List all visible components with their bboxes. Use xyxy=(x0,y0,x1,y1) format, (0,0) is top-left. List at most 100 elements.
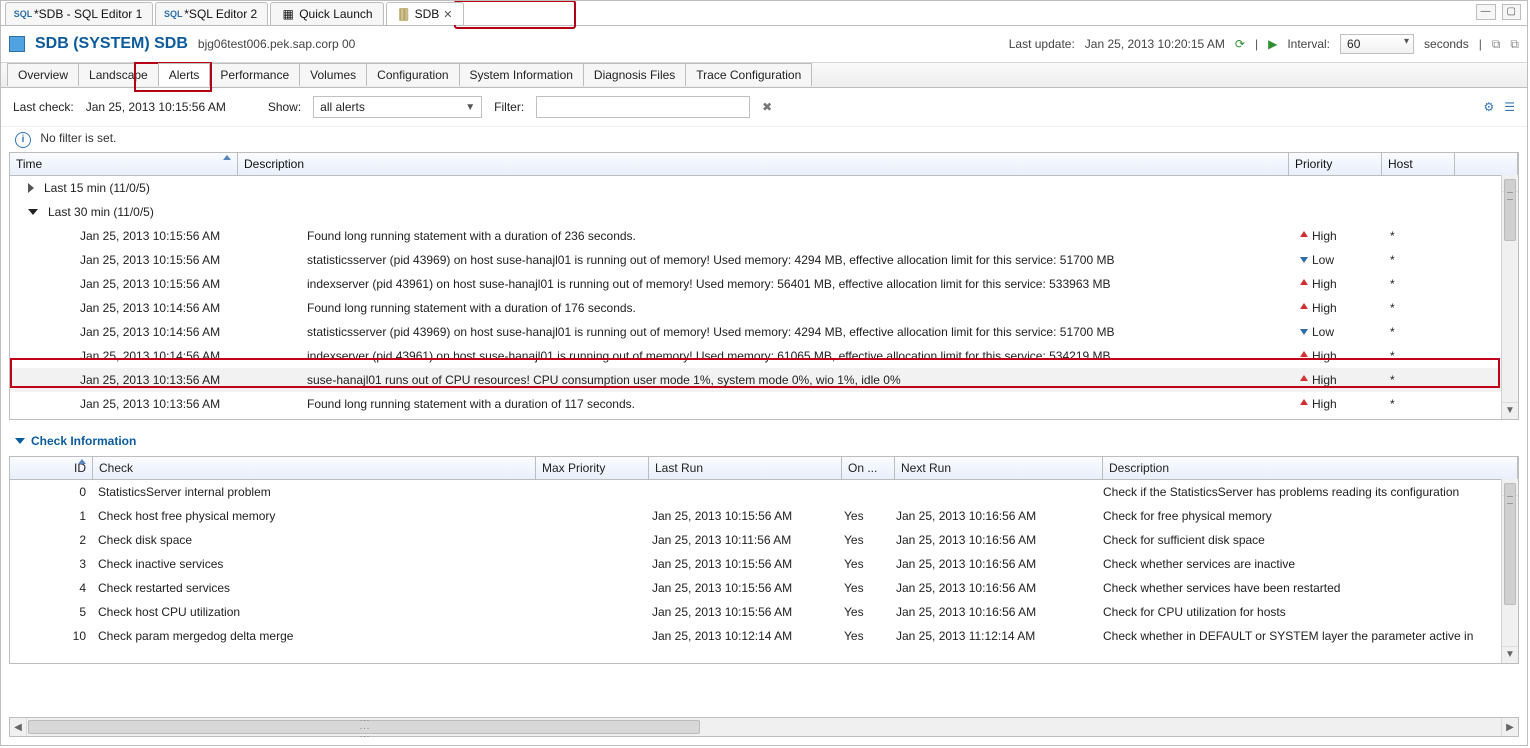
alert-row[interactable]: Jan 25, 2013 10:13:56 AMsuse-hanajl01 ru… xyxy=(10,368,1518,392)
alert-desc: indexserver (pid 43961) on host suse-han… xyxy=(301,277,1292,291)
chevron-right-icon xyxy=(28,183,34,193)
check-last-run: Jan 25, 2013 10:15:56 AM xyxy=(646,509,838,523)
check-row[interactable]: 1Check host free physical memoryJan 25, … xyxy=(10,504,1518,528)
subtab-performance[interactable]: Performance xyxy=(209,63,300,86)
settings-icon[interactable]: ⧉ xyxy=(1510,37,1519,52)
alert-row[interactable]: Jan 25, 2013 10:13:56 AMFound long runni… xyxy=(10,392,1518,416)
col-check-description[interactable]: Description xyxy=(1103,457,1518,479)
check-row[interactable]: 2Check disk spaceJan 25, 2013 10:11:56 A… xyxy=(10,528,1518,552)
check-name: StatisticsServer internal problem xyxy=(92,485,534,499)
editor-tab[interactable]: 🀫SDB✕ xyxy=(386,2,464,25)
scroll-thumb[interactable] xyxy=(1504,483,1516,605)
scroll-right-icon[interactable]: ▶ xyxy=(1501,718,1518,736)
check-desc: Check whether services are inactive xyxy=(1097,557,1518,571)
check-info-toggle[interactable]: Check Information xyxy=(1,420,1527,456)
filter-label: Filter: xyxy=(494,100,524,114)
configure-icon[interactable]: ⚙ xyxy=(1483,100,1494,114)
check-name: Check restarted services xyxy=(92,581,534,595)
info-line: i No filter is set. xyxy=(1,127,1527,152)
page-title: SDB (SYSTEM) SDB xyxy=(35,35,188,53)
scroll-thumb[interactable] xyxy=(28,720,700,734)
editor-tab[interactable]: SQL*SDB - SQL Editor 1 xyxy=(5,2,153,25)
check-name: Check param mergedog delta merge xyxy=(92,629,534,643)
scroll-down-icon[interactable]: ▼ xyxy=(1502,646,1518,663)
check-row[interactable]: 4Check restarted servicesJan 25, 2013 10… xyxy=(10,576,1518,600)
check-next-run: Jan 25, 2013 10:16:56 AM xyxy=(890,533,1097,547)
alert-row[interactable]: Jan 25, 2013 10:15:56 AMindexserver (pid… xyxy=(10,272,1518,296)
col-time[interactable]: Time xyxy=(10,153,238,175)
copy-icon[interactable]: ⧉ xyxy=(1492,37,1501,52)
filter-input[interactable] xyxy=(536,96,750,118)
alert-host: * xyxy=(1384,253,1456,267)
subtab-overview[interactable]: Overview xyxy=(7,63,79,86)
col-description[interactable]: Description xyxy=(238,153,1289,175)
check-row[interactable]: 0StatisticsServer internal problemCheck … xyxy=(10,480,1518,504)
col-last-run[interactable]: Last Run xyxy=(649,457,842,479)
check-on: Yes xyxy=(838,605,890,619)
col-next-run[interactable]: Next Run xyxy=(895,457,1103,479)
alerts-body[interactable]: Last 15 min (11/0/5) Last 30 min (11/0/5)… xyxy=(10,176,1518,416)
subtab-landscape[interactable]: Landscape xyxy=(78,63,159,86)
alert-group[interactable]: Last 30 min (11/0/5) xyxy=(10,200,1518,224)
host-label: bjg06test006.pek.sap.corp 00 xyxy=(198,37,355,51)
alert-row[interactable]: Jan 25, 2013 10:14:56 AMindexserver (pid… xyxy=(10,344,1518,368)
clear-filter-icon[interactable]: ✖ xyxy=(762,100,772,114)
check-row[interactable]: 5Check host CPU utilizationJan 25, 2013 … xyxy=(10,600,1518,624)
footer-hscroll[interactable]: ◀ ▶ xyxy=(9,717,1519,737)
subtab-trace-configuration[interactable]: Trace Configuration xyxy=(685,63,812,86)
close-icon[interactable]: ✕ xyxy=(443,8,452,21)
subtab-alerts[interactable]: Alerts xyxy=(158,63,211,86)
subtab-diagnosis-files[interactable]: Diagnosis Files xyxy=(583,63,686,86)
alert-desc: indexserver (pid 43961) on host suse-han… xyxy=(301,349,1292,363)
col-priority[interactable]: Priority xyxy=(1289,153,1382,175)
col-check[interactable]: Check xyxy=(93,457,536,479)
alert-group[interactable]: Last 15 min (11/0/5) xyxy=(10,176,1518,200)
scroll-down-icon[interactable]: ▼ xyxy=(1502,402,1518,419)
check-name: Check host free physical memory xyxy=(92,509,534,523)
editor-tab[interactable]: SQL*SQL Editor 2 xyxy=(155,2,268,25)
check-next-run: Jan 25, 2013 10:16:56 AM xyxy=(890,581,1097,595)
alert-desc: statisticsserver (pid 43969) on host sus… xyxy=(301,253,1292,267)
alert-row[interactable]: Jan 25, 2013 10:14:56 AMstatisticsserver… xyxy=(10,320,1518,344)
minimize-icon[interactable]: — xyxy=(1476,4,1496,20)
interval-input[interactable]: 60 xyxy=(1340,34,1414,54)
col-max-priority[interactable]: Max Priority xyxy=(536,457,649,479)
checks-vscroll[interactable]: ▲ ▼ xyxy=(1501,479,1518,663)
col-id[interactable]: ID xyxy=(10,457,93,479)
alert-time: Jan 25, 2013 10:13:56 AM xyxy=(10,373,301,387)
col-on[interactable]: On ... xyxy=(842,457,895,479)
check-row[interactable]: 10Check param mergedog delta mergeJan 25… xyxy=(10,624,1518,648)
interval-label: Interval: xyxy=(1287,37,1330,51)
header-bar: SDB (SYSTEM) SDB bjg06test006.pek.sap.co… xyxy=(1,26,1527,63)
show-label: Show: xyxy=(268,100,301,114)
alert-row[interactable]: Jan 25, 2013 10:14:56 AMFound long runni… xyxy=(10,296,1518,320)
check-row[interactable]: 3Check inactive servicesJan 25, 2013 10:… xyxy=(10,552,1518,576)
section-title-label: Check Information xyxy=(31,434,136,448)
subtab-configuration[interactable]: Configuration xyxy=(366,63,459,86)
editor-tab[interactable]: ▦Quick Launch xyxy=(270,2,383,25)
check-id: 2 xyxy=(10,533,92,547)
last-check-value: Jan 25, 2013 10:15:56 AM xyxy=(86,100,226,114)
chevron-down-icon: ▼ xyxy=(465,102,475,113)
checks-body[interactable]: 0StatisticsServer internal problemCheck … xyxy=(10,480,1518,648)
scroll-thumb[interactable] xyxy=(1504,179,1516,241)
subtab-system-information[interactable]: System Information xyxy=(459,63,584,86)
maximize-icon[interactable]: ▢ xyxy=(1502,4,1521,20)
subtab-volumes[interactable]: Volumes xyxy=(299,63,367,86)
show-select[interactable]: all alerts▼ xyxy=(313,96,482,118)
group-label: Last 30 min (11/0/5) xyxy=(48,205,154,219)
col-host[interactable]: Host xyxy=(1382,153,1455,175)
alert-row[interactable]: Jan 25, 2013 10:15:56 AMFound long runni… xyxy=(10,224,1518,248)
list-icon[interactable]: ☰ xyxy=(1504,100,1515,114)
check-desc: Check if the StatisticsServer has proble… xyxy=(1097,485,1518,499)
up-arrow-icon xyxy=(1298,399,1308,409)
play-icon[interactable]: ▶ xyxy=(1268,37,1277,51)
refresh-icon[interactable]: ⟳ xyxy=(1235,37,1245,51)
scroll-left-icon[interactable]: ◀ xyxy=(10,718,27,736)
col-extra[interactable] xyxy=(1455,153,1518,175)
alert-row[interactable]: Jan 25, 2013 10:15:56 AMstatisticsserver… xyxy=(10,248,1518,272)
tubes-icon: 🀫 xyxy=(397,7,411,21)
alert-priority: Low xyxy=(1292,325,1384,339)
alert-desc: statisticsserver (pid 43969) on host sus… xyxy=(301,325,1292,339)
alerts-vscroll[interactable]: ▲ ▼ xyxy=(1501,175,1518,419)
